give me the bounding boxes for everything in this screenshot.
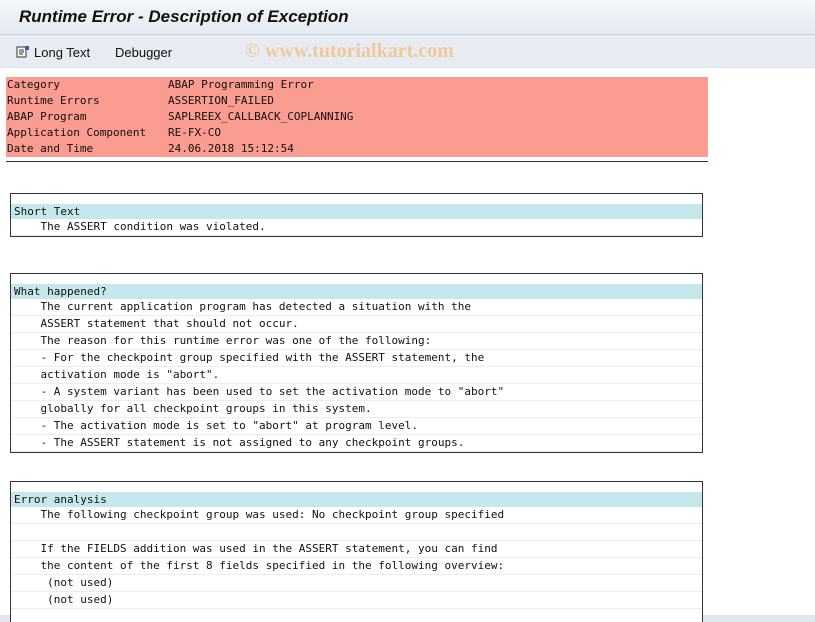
what-happened-box: What happened? The current application p… <box>10 273 703 453</box>
watermark: © www.tutorialkart.com <box>245 40 454 62</box>
header-row-date-time: Date and Time 24.06.2018 15:12:54 <box>6 141 708 157</box>
header-divider <box>6 161 708 162</box>
header-key: ABAP Program <box>7 110 87 123</box>
text-line: - A system variant has been used to set … <box>11 384 702 401</box>
text-line: - The activation mode is set to "abort" … <box>11 418 702 435</box>
text-line: - The ASSERT statement is not assigned t… <box>11 435 702 452</box>
error-content-area[interactable]: Category ABAP Programming Error Runtime … <box>0 68 815 622</box>
header-value: ABAP Programming Error <box>168 78 314 91</box>
text-line: the content of the first 8 fields specif… <box>11 558 702 575</box>
debugger-label: Debugger <box>115 44 173 60</box>
text-line: activation mode is "abort". <box>11 367 702 384</box>
header-value: SAPLREEX_CALLBACK_COPLANNING <box>168 110 354 123</box>
header-row-category: Category ABAP Programming Error <box>6 77 708 93</box>
text-line: ASSERT statement that should not occur. <box>11 316 702 333</box>
text-line: globally for all checkpoint groups in th… <box>11 401 702 418</box>
header-key: Date and Time <box>7 142 94 155</box>
window-title: Runtime Error - Description of Exception <box>19 7 349 26</box>
text-line <box>11 524 702 541</box>
debugger-button[interactable]: Debugger <box>115 43 172 61</box>
text-line: If the FIELDS addition was used in the A… <box>11 541 702 558</box>
header-row-runtime-errors: Runtime Errors ASSERTION_FAILED <box>6 93 708 109</box>
header-value: 24.06.2018 15:12:54 <box>168 142 294 155</box>
text-line: The reason for this runtime error was on… <box>11 333 702 350</box>
section-title-what-happened: What happened? <box>11 284 702 299</box>
header-value: ASSERTION_FAILED <box>168 94 274 107</box>
text-line: (not used) <box>11 575 702 592</box>
section-title-short-text: Short Text <box>11 204 702 219</box>
header-row-abap-program: ABAP Program SAPLREEX_CALLBACK_COPLANNIN… <box>6 109 708 125</box>
header-key: Category <box>7 78 60 91</box>
text-line: (not used) <box>11 592 702 609</box>
short-text-box: Short Text The ASSERT condition was viol… <box>10 193 703 237</box>
text-line: The current application program has dete… <box>11 299 702 316</box>
header-value: RE-FX-CO <box>168 126 221 139</box>
header-row-application-component: Application Component RE-FX-CO <box>6 125 708 141</box>
long-text-icon <box>16 45 30 59</box>
section-title-error-analysis: Error analysis <box>11 492 702 507</box>
long-text-button[interactable]: Long Text <box>16 43 90 61</box>
error-analysis-box: Error analysis The following checkpoint … <box>10 481 703 622</box>
text-line: The ASSERT condition was violated. <box>11 219 702 236</box>
error-header-block: Category ABAP Programming Error Runtime … <box>6 77 708 157</box>
text-line: The following checkpoint group was used:… <box>11 507 702 524</box>
header-key: Application Component <box>7 126 147 139</box>
long-text-label: Long Text <box>34 44 91 60</box>
title-bar: Runtime Error - Description of Exception <box>0 0 815 35</box>
header-key: Runtime Errors <box>7 94 100 107</box>
text-line: - For the checkpoint group specified wit… <box>11 350 702 367</box>
